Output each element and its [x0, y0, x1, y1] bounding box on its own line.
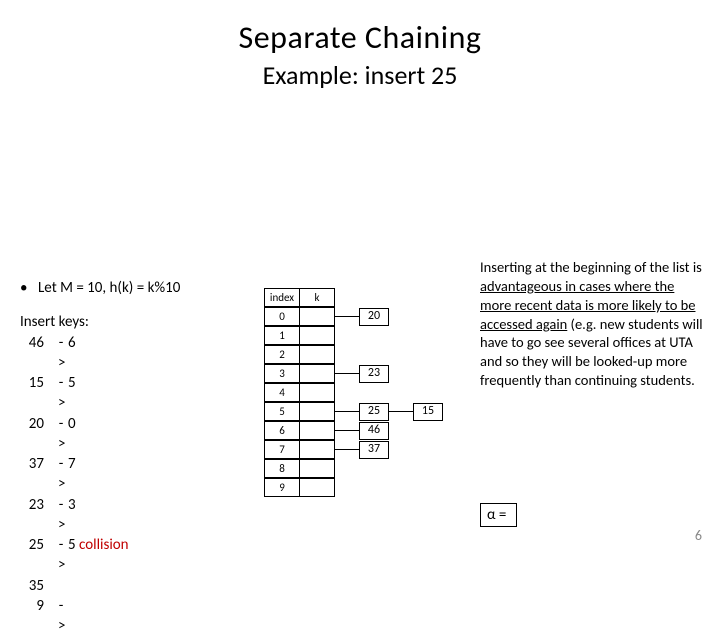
key-value: 35 [20, 576, 44, 596]
chain-connector [335, 373, 359, 374]
chain-link: 37 [335, 441, 389, 459]
key-hash: 0 [68, 414, 250, 455]
table-row: 2 [265, 345, 443, 364]
chain-link: 20 [335, 308, 389, 326]
chain-connector [335, 316, 359, 317]
k-cell [299, 421, 335, 440]
key-hash: 5 collision [68, 535, 250, 576]
key-hash: 5 [68, 373, 250, 414]
key-value: 25 [20, 535, 44, 576]
table-row: 9 [265, 478, 443, 497]
key-arrow: -> [56, 373, 66, 414]
index-cell: 6 [264, 421, 300, 440]
index-cell: 0 [264, 307, 300, 326]
collision-label: collision [79, 536, 129, 554]
chain-connector [335, 430, 359, 431]
k-cell [299, 345, 335, 364]
index-cell: 1 [264, 326, 300, 345]
chain-node: 23 [359, 365, 389, 383]
page-number: 6 [695, 527, 702, 544]
index-cell: 7 [264, 440, 300, 459]
chain-link: 15 [389, 403, 443, 421]
bullet-line: • Let M = 10, h(k) = k%10 [20, 278, 250, 298]
chain-node: 46 [359, 422, 389, 440]
key-value: 15 [20, 373, 44, 414]
key-value: 37 [20, 454, 44, 495]
key-arrow [56, 576, 66, 596]
k-cell [299, 440, 335, 459]
chain-link: 25 [335, 403, 389, 421]
chain-connector [335, 411, 359, 412]
key-arrow: -> [56, 596, 66, 636]
k-cell [299, 307, 335, 326]
key-value: 9 [20, 596, 44, 636]
key-list: 46 ->615 ->520 ->037 ->723 ->325 ->5 col… [20, 333, 250, 636]
chain-node: 15 [413, 403, 443, 421]
key-hash: 7 [68, 454, 250, 495]
k-cell [299, 364, 335, 383]
header-index: index [264, 288, 300, 307]
table-row: 1 [265, 326, 443, 345]
chain-node: 37 [359, 441, 389, 459]
insert-keys-block: Insert keys: 46 ->615 ->520 ->037 ->723 … [20, 312, 250, 636]
key-hash: 3 [68, 495, 250, 536]
table-row: 0 20 [265, 307, 443, 326]
index-cell: 9 [264, 478, 300, 497]
left-column: • Let M = 10, h(k) = k%10 Insert keys: 4… [20, 278, 250, 636]
bullet-text: Let M = 10, h(k) = k%10 [38, 278, 180, 298]
index-cell: 4 [264, 383, 300, 402]
explanation-text: Inserting at the beginning of the list i… [480, 258, 705, 390]
chain-node: 25 [359, 403, 389, 421]
key-arrow: -> [56, 414, 66, 455]
key-hash [68, 596, 250, 636]
k-cell [299, 383, 335, 402]
key-value: 20 [20, 414, 44, 455]
key-arrow: -> [56, 454, 66, 495]
k-cell [299, 326, 335, 345]
table-row: 6 46 [265, 421, 443, 440]
key-hash [68, 576, 250, 596]
key-arrow: -> [56, 495, 66, 536]
k-cell [299, 459, 335, 478]
index-cell: 8 [264, 459, 300, 478]
k-cell [299, 478, 335, 497]
index-cell: 5 [264, 402, 300, 421]
chain-link: 23 [335, 365, 389, 383]
key-arrow: -> [56, 333, 66, 374]
header-k: k [299, 288, 335, 307]
chain-connector [335, 449, 359, 450]
key-value: 46 [20, 333, 44, 374]
explain-part1: Inserting at the beginning of the list i… [480, 258, 702, 276]
table-header-row: index k [265, 288, 443, 307]
chain-connector [389, 411, 413, 412]
key-hash: 6 [68, 333, 250, 374]
table-row: 5 25 15 [265, 402, 443, 421]
table-row: 4 [265, 383, 443, 402]
chain-node: 20 [359, 308, 389, 326]
index-cell: 2 [264, 345, 300, 364]
slide-title: Separate Chaining [0, 18, 720, 57]
table-row: 8 [265, 459, 443, 478]
slide-subtitle: Example: insert 25 [0, 59, 720, 91]
alpha-box: α = [480, 503, 517, 527]
bullet-dot: • [20, 278, 38, 298]
table-row: 3 23 [265, 364, 443, 383]
chain-link: 46 [335, 422, 389, 440]
index-cell: 3 [264, 364, 300, 383]
key-value: 23 [20, 495, 44, 536]
k-cell [299, 402, 335, 421]
insert-keys-label: Insert keys: [20, 312, 250, 332]
key-arrow: -> [56, 535, 66, 576]
hash-table: index k 0201232345251564673789 [265, 288, 443, 497]
table-row: 7 37 [265, 440, 443, 459]
